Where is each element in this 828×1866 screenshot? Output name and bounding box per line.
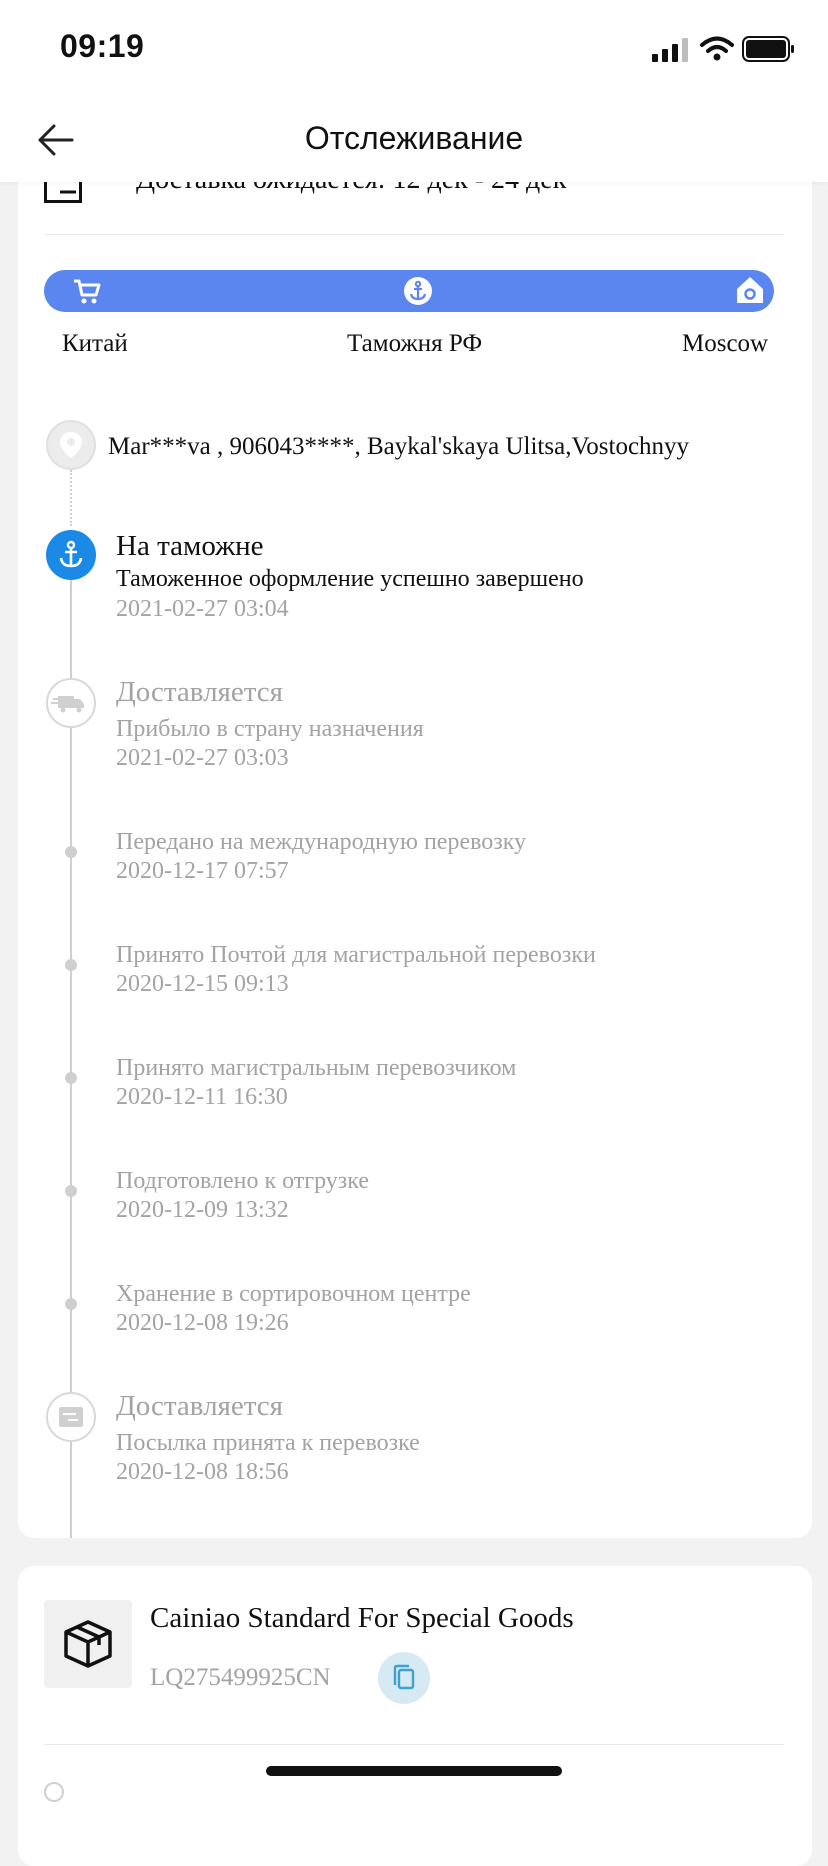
timeline-event-description: Передано на международную перевозку [116,829,527,855]
timeline-event-description: Подготовлено к отгрузке [116,1168,369,1194]
timeline-event-description: Хранение в сортировочном центре [116,1281,471,1307]
truck-icon [46,678,96,728]
timeline-dot [65,1185,77,1197]
timeline-event-date: 2021-02-27 03:04 [116,596,289,622]
stage-origin: Китай [62,330,128,357]
stage-destination: Moscow [682,330,769,357]
timeline-dot [65,846,77,858]
home-destination-icon [734,274,766,306]
package-box-icon [44,1600,132,1688]
stage-customs: Таможня РФ [347,330,483,357]
timeline-event-date: 2020-12-15 09:13 [116,971,289,997]
cart-icon [72,276,102,306]
timeline-event-date: 2020-12-09 13:32 [116,1197,289,1223]
timeline-event-title: Доставляется [116,676,284,708]
timeline-event-title: На таможне [116,530,264,562]
tracking-number: LQ275499925CN [150,1664,331,1691]
timeline-event-description: Таможенное оформление успешно завершено [116,566,584,592]
wifi-icon [700,36,734,62]
delivery-address: Mar***va , 906043****, Baykal'skaya Ulit… [108,433,690,460]
divider [44,234,784,235]
home-indicator[interactable] [266,1766,562,1776]
timeline-event-title: Доставляется [116,1390,284,1422]
signal-icon [652,38,692,62]
timeline-event-description: Прибыло в страну назначения [116,716,424,742]
partial-icon [44,1782,64,1802]
package-accepted-icon [46,1392,96,1442]
timeline-event-date: 2020-12-17 07:57 [116,858,289,884]
status-time: 09:19 [60,28,145,64]
anchor-icon [46,530,96,580]
location-pin-node [46,420,96,470]
copy-icon [393,1664,415,1690]
timeline-dot [65,959,77,971]
timeline-event-date: 2020-12-08 19:26 [116,1310,289,1336]
timeline-event-description: Принято магистральным перевозчиком [116,1055,517,1081]
timeline-dot [65,1072,77,1084]
timeline-event-description: Посылка принята к перевозке [116,1430,420,1456]
divider [44,1744,784,1745]
copy-button[interactable] [378,1652,430,1704]
timeline-event-description: Принято Почтой для магистральной перевоз… [116,942,596,968]
timeline-event-date: 2021-02-27 03:03 [116,745,289,771]
timeline-event-date: 2020-12-08 18:56 [116,1459,289,1485]
customs-anchor-icon [403,276,433,306]
timeline-connector [70,470,72,526]
timeline-dot [65,1298,77,1310]
battery-icon [742,36,796,62]
page-title: Отслеживание [304,120,524,156]
timeline-event-date: 2020-12-11 16:30 [116,1084,288,1110]
carrier-name: Cainiao Standard For Special Goods [150,1602,574,1634]
